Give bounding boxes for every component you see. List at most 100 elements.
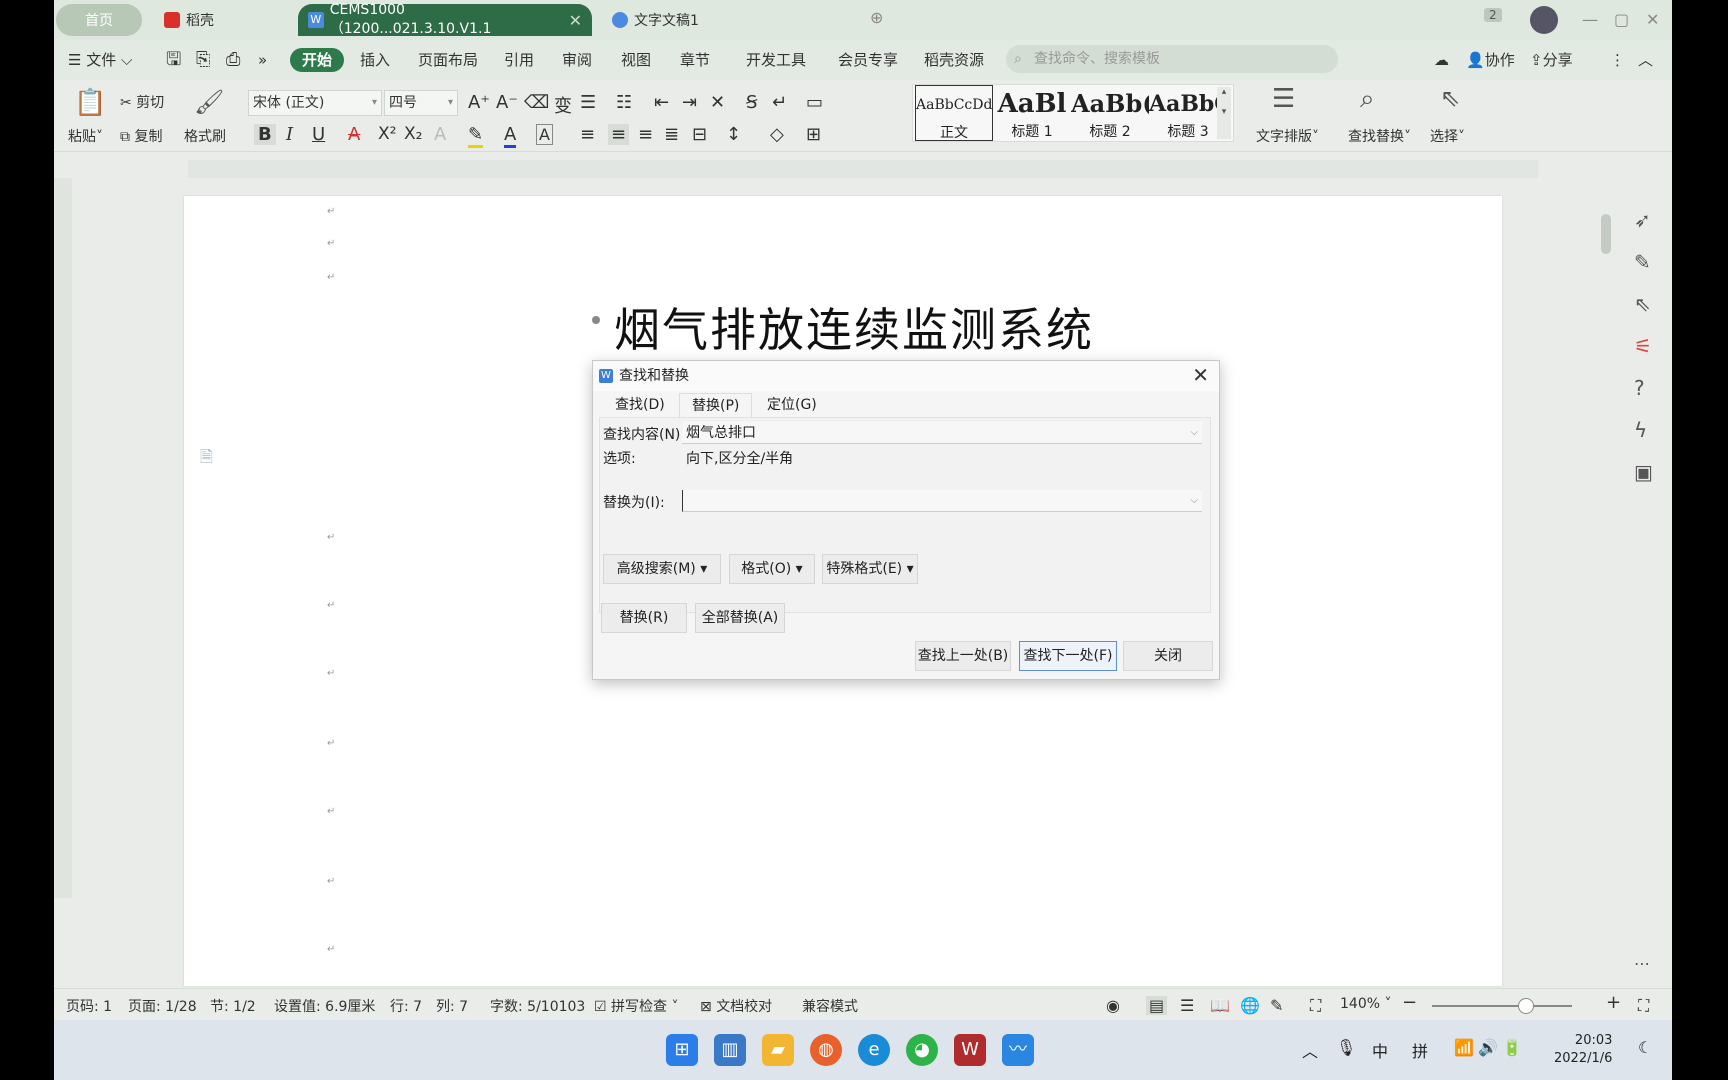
tab-document-2[interactable]: 文字文稿1 <box>602 4 822 36</box>
avatar[interactable] <box>1530 6 1558 34</box>
char-border-icon[interactable]: A <box>536 124 553 145</box>
tab-chapter[interactable]: 章节 <box>680 48 710 72</box>
paste-icon[interactable]: 📋 <box>74 88 106 118</box>
select-button[interactable]: 选择˅ <box>1430 126 1465 146</box>
status-word-count[interactable]: 字数: 5/10103 <box>490 996 585 1016</box>
replace-input[interactable]: ⌵ <box>682 490 1202 512</box>
bold-icon[interactable]: B <box>254 124 276 145</box>
status-page[interactable]: 页面: 1/28 <box>128 996 197 1016</box>
tab-docer-resources[interactable]: 稻壳资源 <box>924 48 984 72</box>
replace-button[interactable]: 替换(R) <box>601 603 687 633</box>
clear-format-icon[interactable]: ⌫ <box>524 92 549 113</box>
collapse-ribbon-icon[interactable]: ︿ <box>1638 48 1653 72</box>
special-format-button[interactable]: 特殊格式(E) ▾ <box>822 554 918 584</box>
tab-page-layout[interactable]: 页面布局 <box>418 48 478 72</box>
tab-document-active[interactable]: W CEMS1000（1200...021.3.10.V1.1 ✕ <box>298 2 592 37</box>
rocket-icon[interactable]: ➶ <box>1634 208 1651 232</box>
text-effect-icon[interactable]: A <box>434 124 446 145</box>
zoom-slider[interactable] <box>1432 1005 1572 1007</box>
eye-protection-icon[interactable]: ◉ <box>1106 996 1120 1015</box>
phonetic-icon[interactable]: 变 <box>554 92 572 118</box>
wps-writer-icon[interactable]: W <box>954 1034 986 1066</box>
line-spacing-icon[interactable]: ↕ <box>726 124 741 145</box>
ime-chinese[interactable]: 中 <box>1372 1038 1388 1062</box>
close-window-icon[interactable]: ✕ <box>1646 10 1659 29</box>
status-section[interactable]: 节: 1/2 <box>210 996 256 1016</box>
help-icon[interactable]: ? <box>1634 376 1645 400</box>
export-icon[interactable]: ⎘ <box>196 48 210 72</box>
chevron-down-icon[interactable]: ⌵ <box>1190 422 1198 444</box>
format-painter-icon[interactable]: 🖌 <box>194 88 224 116</box>
style-gallery-scroll[interactable]: ▴ ▾ <box>1217 87 1231 139</box>
font-name-select[interactable]: 宋体 (正文) ▾ <box>248 90 382 116</box>
wechat-icon[interactable]: ◕ <box>906 1034 938 1066</box>
copy-button[interactable]: ⧉ 复制 <box>120 126 162 146</box>
style-heading-1[interactable]: AaBl 标题 1 <box>993 85 1071 141</box>
tray-chevron-up-icon[interactable]: ︿ <box>1302 1038 1318 1062</box>
advanced-search-button[interactable]: 高级搜索(M) ▾ <box>603 554 721 584</box>
align-left-icon[interactable]: ≡ <box>580 124 595 145</box>
maximize-icon[interactable]: ▢ <box>1614 10 1629 29</box>
text-layout-icon[interactable]: ☰ <box>1272 84 1295 114</box>
tab-start[interactable]: 开始 <box>290 48 345 72</box>
edge-icon[interactable]: e <box>858 1034 890 1066</box>
document-map-icon[interactable]: 🗎 <box>200 446 213 473</box>
increase-indent-icon[interactable]: ⇥ <box>682 92 697 113</box>
select-cursor-icon[interactable]: ⇖ <box>1440 84 1460 112</box>
tab-developer[interactable]: 开发工具 <box>746 48 806 72</box>
status-page-code[interactable]: 页码: 1 <box>66 996 112 1016</box>
tab-member[interactable]: 会员专享 <box>838 48 898 72</box>
find-input[interactable]: 烟气总排口 ⌵ <box>682 422 1202 444</box>
collab-button[interactable]: 👤协作 <box>1466 48 1515 72</box>
format-button[interactable]: 格式(O) ▾ <box>729 554 815 584</box>
widgets-icon[interactable]: ▥ <box>714 1034 746 1066</box>
ime-pinyin[interactable]: 拼 <box>1412 1038 1428 1062</box>
windows-start-icon[interactable]: ⊞ <box>666 1034 698 1066</box>
close-dialog-button[interactable]: 关闭 <box>1123 641 1213 671</box>
font-size-select[interactable]: 四号 ▾ <box>384 90 458 116</box>
page-view-icon[interactable]: ▤ <box>1146 996 1168 1015</box>
more-icon[interactable]: » <box>258 48 267 72</box>
tab-find[interactable]: 查找(D) <box>603 393 677 417</box>
text-direction-icon[interactable]: Ꞩ <box>746 92 757 113</box>
bullet-list-icon[interactable]: ☰ <box>580 92 596 113</box>
border-icon[interactable]: ⊞ <box>806 124 821 145</box>
tab-insert[interactable]: 插入 <box>360 48 390 72</box>
cut-button[interactable]: ✂ 剪切 <box>120 92 164 112</box>
firefox-icon[interactable]: ◍ <box>810 1034 842 1066</box>
zoom-level[interactable]: 140% ˅ <box>1340 996 1391 1012</box>
align-center-icon[interactable]: ≡ <box>608 124 630 145</box>
font-color-icon[interactable]: A <box>504 124 517 148</box>
wifi-icon[interactable]: 📶 <box>1454 1038 1474 1057</box>
vertical-ruler[interactable] <box>54 178 72 898</box>
pen-icon[interactable]: ✎ <box>1634 250 1651 274</box>
numbered-list-icon[interactable]: ☷ <box>616 92 632 113</box>
battery-icon[interactable]: 🔋 <box>1502 1038 1522 1057</box>
horizontal-ruler[interactable] <box>188 160 1538 178</box>
highlight-icon[interactable]: ✎ <box>468 124 484 148</box>
window-count-badge[interactable]: 2 <box>1484 8 1502 22</box>
write-mode-icon[interactable]: ✎ <box>1270 996 1283 1015</box>
find-previous-button[interactable]: 查找上一处(B) <box>915 641 1011 671</box>
shrink-font-icon[interactable]: A⁻ <box>496 92 518 113</box>
shading-icon[interactable]: ◇ <box>770 124 784 145</box>
tab-goto[interactable]: 定位(G) <box>755 393 829 417</box>
style-heading-2[interactable]: AaBb( 标题 2 <box>1071 85 1149 141</box>
decrease-indent-icon[interactable]: ⇤ <box>654 92 669 113</box>
zoom-out-icon[interactable]: − <box>1402 992 1417 1013</box>
status-setting[interactable]: 设置值: 6.9厘米 <box>274 996 375 1016</box>
dialog-title-bar[interactable]: W 查找和替换 <box>593 361 1219 391</box>
cloud-sync-icon[interactable]: ☁ <box>1434 48 1449 72</box>
vertical-scrollbar[interactable] <box>1598 178 1614 978</box>
align-right-icon[interactable]: ≡ <box>638 124 653 145</box>
close-tab-icon[interactable]: ✕ <box>569 11 582 30</box>
dialog-close-icon[interactable]: ✕ <box>1192 363 1209 387</box>
outline-view-icon[interactable]: ☰ <box>1180 996 1194 1015</box>
text-layout-button[interactable]: 文字排版˅ <box>1256 126 1319 146</box>
file-menu[interactable]: ☰ 文件 ⌵ <box>68 48 132 72</box>
table-ruler-icon[interactable]: ▭ <box>806 92 823 113</box>
format-painter-button[interactable]: 格式刷 <box>184 126 226 146</box>
paste-button[interactable]: 粘贴˅ <box>68 126 103 146</box>
save-icon[interactable]: 🖫 <box>166 48 181 72</box>
grow-font-icon[interactable]: A⁺ <box>468 92 490 113</box>
